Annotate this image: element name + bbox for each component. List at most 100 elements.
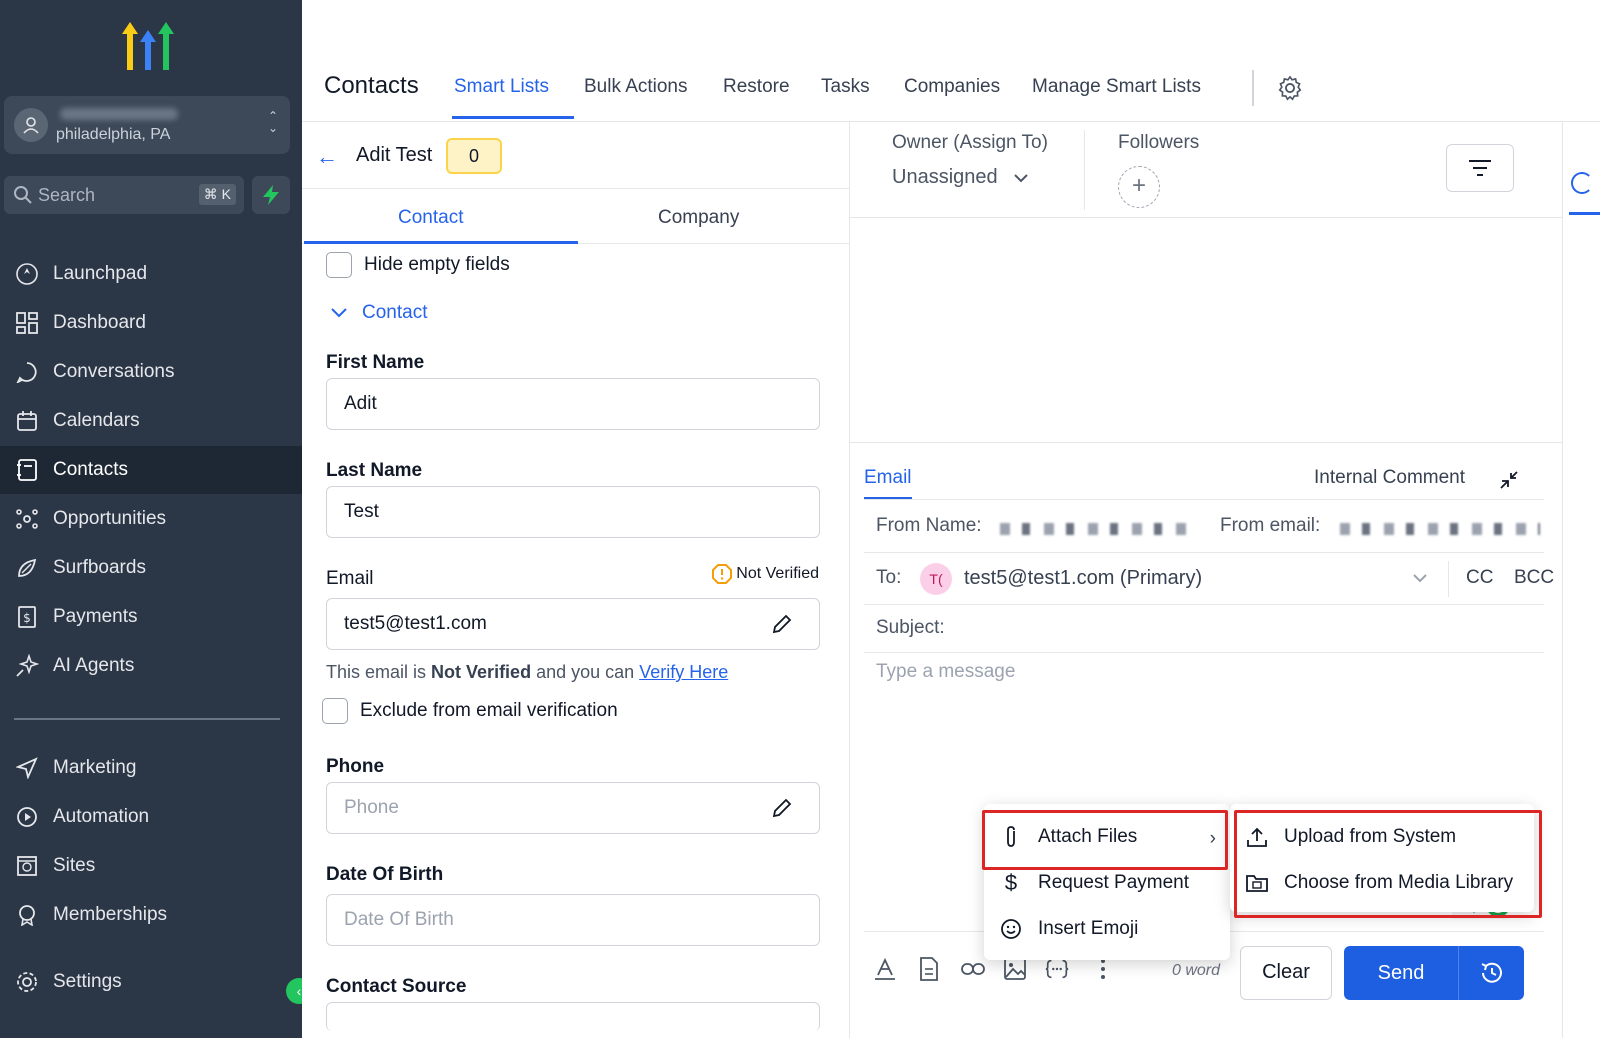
verify-here-link[interactable]: Verify Here	[639, 662, 728, 682]
emoji-icon	[998, 916, 1024, 942]
section-label: Contact	[362, 302, 428, 323]
search-icon	[14, 186, 32, 204]
exclude-verification-label: Exclude from email verification	[360, 700, 618, 721]
activity-icon[interactable]	[1571, 172, 1593, 194]
subject-label: Subject:	[876, 617, 945, 638]
add-follower-button[interactable]: +	[1118, 166, 1160, 208]
dollar-icon: $	[1004, 870, 1018, 895]
contact-count-badge[interactable]: 0	[446, 138, 502, 174]
settings-gear-icon[interactable]	[1276, 74, 1304, 102]
highlight-submenu	[1234, 810, 1542, 918]
subject-row[interactable]: Subject:	[864, 605, 1544, 653]
sidebar-item-marketing[interactable]: Marketing	[0, 744, 302, 792]
sidebar-item-payments[interactable]: $ Payments	[0, 593, 302, 641]
recipient-avatar: T(	[920, 563, 952, 595]
contact-section-toggle[interactable]: Contact	[330, 302, 427, 324]
bolt-icon	[263, 185, 279, 205]
sidebar-item-label: Launchpad	[53, 263, 148, 284]
sidebar-item-launchpad[interactable]: Launchpad	[0, 250, 302, 298]
menu-item-label: Request Payment	[1038, 872, 1190, 893]
sidebar-item-ai-agents[interactable]: AI Agents	[0, 642, 302, 690]
not-verified-label: Not Verified	[736, 565, 819, 582]
filter-icon	[1469, 160, 1491, 176]
brand-logo-icon[interactable]	[118, 20, 178, 72]
page-title: Contacts	[324, 72, 419, 99]
subtab-company[interactable]: Company	[658, 207, 739, 229]
bcc-button[interactable]: BCC	[1514, 567, 1554, 589]
contacts-icon	[14, 457, 40, 483]
clear-button[interactable]: Clear	[1240, 946, 1332, 1000]
subtab-contact[interactable]: Contact	[398, 207, 463, 229]
from-name-blurred[interactable]	[1000, 523, 1190, 535]
text-format-icon[interactable]	[872, 956, 898, 982]
sidebar-item-automation[interactable]: Automation	[0, 793, 302, 841]
last-name-value: Test	[344, 501, 379, 522]
collapse-icon[interactable]	[1498, 469, 1520, 491]
payments-icon: $	[14, 604, 40, 630]
back-arrow-icon[interactable]: ←	[316, 144, 338, 170]
message-input[interactable]: Type a message	[876, 661, 1015, 683]
from-email-blurred[interactable]	[1340, 523, 1540, 535]
tab-smart-lists[interactable]: Smart Lists	[454, 76, 549, 98]
sidebar-item-contacts[interactable]: Contacts	[0, 446, 302, 494]
svg-text:$: $	[23, 611, 31, 625]
sidebar-item-surfboards[interactable]: Surfboards	[0, 544, 302, 592]
sidebar-item-conversations[interactable]: Conversations	[0, 348, 302, 396]
sidebar-item-settings[interactable]: Settings	[0, 958, 302, 1006]
pencil-icon[interactable]	[771, 613, 793, 635]
exclude-verification-checkbox[interactable]	[322, 698, 348, 724]
sidebar-item-label: Marketing	[53, 757, 137, 778]
dob-input[interactable]: Date Of Birth	[326, 894, 820, 946]
followers-label: Followers	[1118, 132, 1200, 153]
pencil-icon[interactable]	[771, 797, 793, 819]
verify-message: This email is Not Verified and you can V…	[326, 662, 728, 683]
account-switcher[interactable]: philadelphia, PA ⌃ ⌄	[4, 96, 290, 154]
search-shortcut: ⌘ K	[198, 184, 236, 205]
tab-separator	[1252, 70, 1254, 106]
top-navigation: Contacts Smart Lists Bulk Actions Restor…	[302, 0, 1600, 122]
tab-email[interactable]: Email	[864, 467, 912, 489]
phone-label: Phone	[326, 756, 385, 777]
tab-internal-comment[interactable]: Internal Comment	[1314, 467, 1465, 489]
owner-followers-bar: Owner (Assign To) Unassigned Followers +	[850, 122, 1562, 218]
first-name-label: First Name	[326, 352, 425, 373]
menu-item-insert-emoji[interactable]: Insert Emoji	[984, 906, 1230, 952]
surfboard-icon	[14, 555, 40, 581]
tab-restore[interactable]: Restore	[723, 76, 790, 98]
right-panel-edge	[1562, 122, 1600, 1038]
sidebar-item-label: Sites	[53, 855, 96, 876]
tab-bulk-actions[interactable]: Bulk Actions	[584, 76, 688, 98]
sidebar-search[interactable]: Search ⌘ K	[4, 176, 244, 214]
filter-button[interactable]	[1446, 144, 1514, 192]
tab-manage-smart-lists[interactable]: Manage Smart Lists	[1032, 76, 1201, 98]
sidebar-item-dashboard[interactable]: Dashboard	[0, 299, 302, 347]
word-count: 0 word	[1172, 962, 1221, 979]
tab-companies[interactable]: Companies	[904, 76, 1000, 98]
right-tab-indicator	[1569, 212, 1600, 215]
contact-source-input[interactable]	[326, 1002, 820, 1031]
sidebar-item-sites[interactable]: Sites	[0, 842, 302, 890]
phone-input[interactable]: Phone	[326, 782, 820, 834]
tab-tasks[interactable]: Tasks	[821, 76, 870, 98]
chevron-down-icon[interactable]	[1412, 573, 1428, 583]
recipient-select[interactable]: test5@test1.com (Primary)	[964, 567, 1202, 590]
link-icon[interactable]	[960, 956, 986, 982]
first-name-input[interactable]: Adit	[326, 378, 820, 430]
last-name-input[interactable]: Test	[326, 486, 820, 538]
email-input[interactable]: test5@test1.com	[326, 598, 820, 650]
send-button[interactable]: Send	[1344, 946, 1458, 1000]
sidebar-item-label: Payments	[53, 606, 138, 627]
cc-button[interactable]: CC	[1466, 567, 1493, 589]
sidebar-item-memberships[interactable]: Memberships	[0, 891, 302, 939]
hide-empty-fields-checkbox[interactable]	[326, 252, 352, 278]
sidebar-item-opportunities[interactable]: Opportunities	[0, 495, 302, 543]
chevron-updown-icon: ⌃ ⌄	[267, 109, 278, 135]
quick-action-button[interactable]	[252, 176, 290, 214]
owner-select[interactable]: Unassigned	[892, 166, 1029, 189]
template-icon[interactable]	[916, 956, 942, 982]
contact-subtabs: Contact Company	[302, 188, 850, 244]
sidebar-item-calendars[interactable]: Calendars	[0, 397, 302, 445]
schedule-send-button[interactable]	[1458, 946, 1524, 1000]
dashboard-icon	[14, 310, 40, 336]
menu-item-label: Insert Emoji	[1038, 918, 1139, 939]
